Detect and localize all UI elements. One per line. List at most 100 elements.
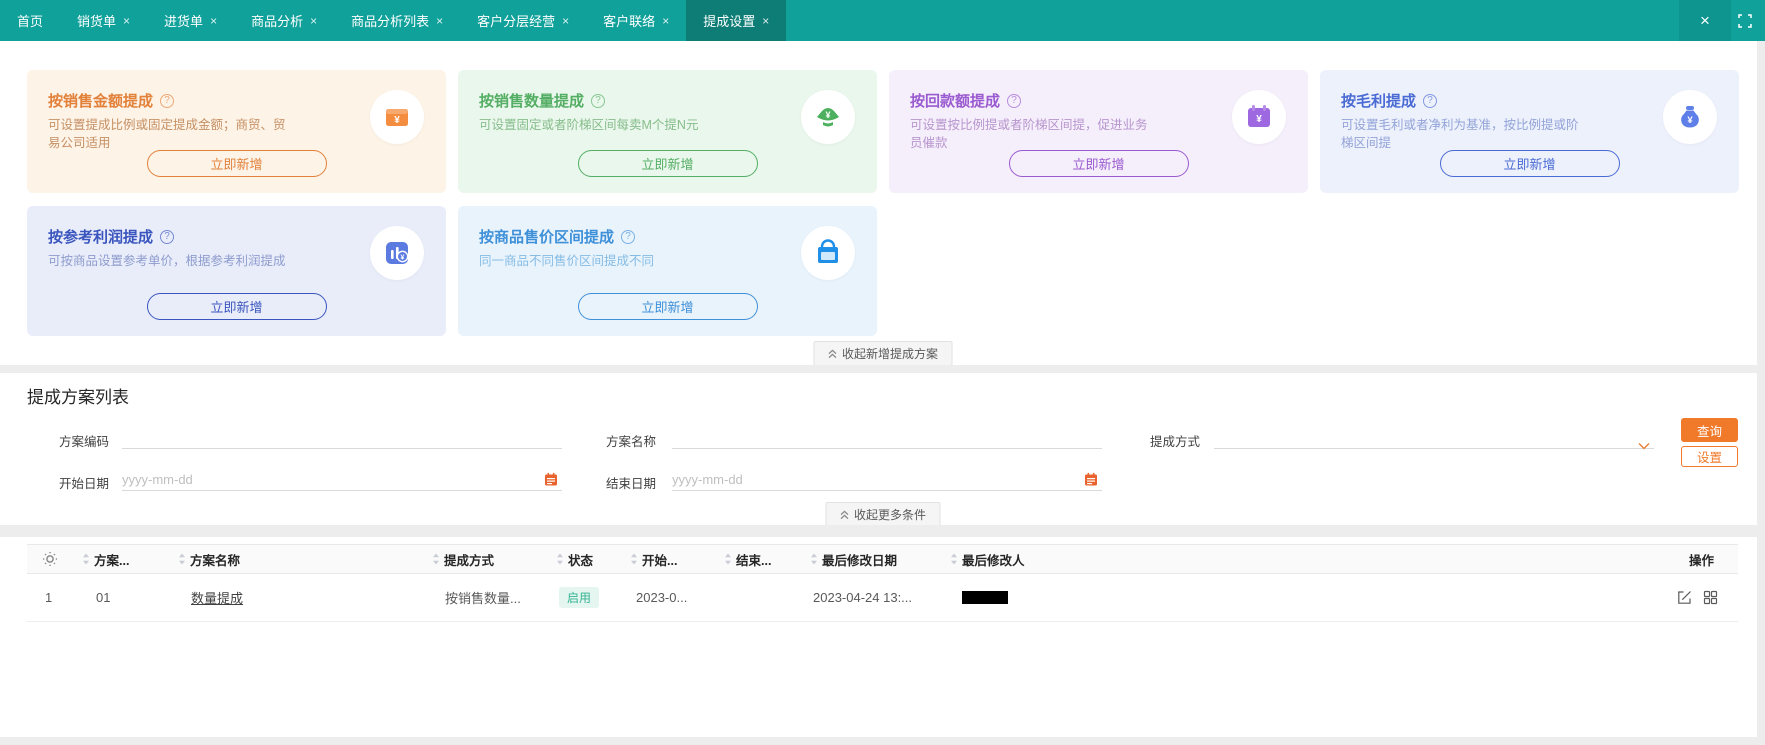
fullscreen-icon[interactable] (1731, 0, 1759, 41)
add-now-button[interactable]: 立即新增 (1008, 150, 1189, 177)
window-close-icon[interactable]: × (1679, 0, 1731, 41)
row-status: 启用 (559, 574, 600, 621)
redacted-text (962, 591, 1008, 604)
svg-text:¥: ¥ (394, 115, 400, 126)
tab-sales-order[interactable]: 销货单 × (60, 0, 147, 41)
tab-label: 客户联络 (603, 14, 656, 29)
add-now-button[interactable]: 立即新增 (577, 293, 758, 320)
card-title-row: 按销售数量提成 ? (479, 90, 606, 111)
sort-icon[interactable] (432, 553, 440, 565)
column-header-start[interactable]: 开始... (630, 545, 677, 573)
calendar-money-icon: ¥ (1232, 90, 1286, 144)
calendar-icon[interactable] (1084, 472, 1098, 491)
svg-text:¥: ¥ (1687, 115, 1693, 126)
help-icon[interactable]: ? (591, 93, 606, 108)
sort-icon[interactable] (82, 553, 90, 565)
grid-icon[interactable] (1703, 590, 1718, 605)
tab-purchase-order[interactable]: 进货单 × (147, 0, 234, 41)
card-title-row: 按参考利润提成 ? (48, 226, 175, 247)
card-description: 可按商品设置参考单价，根据参考利润提成 (48, 254, 286, 268)
card-title-row: 按毛利提成 ? (1341, 90, 1438, 111)
card-title: 按销售金额提成 (48, 93, 154, 110)
start-date-label: 开始日期 (59, 477, 110, 491)
help-icon[interactable]: ? (621, 229, 636, 244)
tab-close-icon[interactable]: × (123, 15, 130, 27)
scrollbar-track[interactable] (1757, 41, 1765, 745)
column-header-modified-date[interactable]: 最后修改日期 (810, 545, 897, 573)
chevron-down-icon[interactable] (1638, 437, 1650, 455)
tab-label: 客户分层经营 (477, 14, 556, 29)
tab-close-icon[interactable]: × (436, 15, 443, 27)
shopping-bag-icon (801, 226, 855, 280)
card-title-row: 按回款额提成 ? (910, 90, 1022, 111)
card-reference-profit-commission: 按参考利润提成 ? 可按商品设置参考单价，根据参考利润提成 ¥ 立即新增 (27, 206, 446, 336)
tab-customer-contact[interactable]: 客户联络 × (586, 0, 686, 41)
column-header-name[interactable]: 方案名称 (178, 545, 240, 573)
column-header-end[interactable]: 结束... (724, 545, 771, 573)
card-title: 按回款额提成 (910, 93, 1001, 110)
card-price-range-commission: 按商品售价区间提成 ? 同一商品不同售价区间提成不同 立即新增 (458, 206, 877, 336)
status-badge: 启用 (559, 587, 600, 608)
gold-ingot-icon: ¥ (801, 90, 855, 144)
plan-name-input[interactable] (672, 427, 1102, 449)
tab-label: 商品分析 (251, 14, 304, 29)
end-date-label: 结束日期 (606, 477, 657, 491)
sort-icon[interactable] (724, 553, 732, 565)
add-now-button[interactable]: 立即新增 (1439, 150, 1620, 177)
card-description: 可设置按比例提或者阶梯区间提，促进业务员催款 (910, 118, 1148, 151)
calendar-icon[interactable] (544, 472, 558, 491)
card-description: 同一商品不同售价区间提成不同 (479, 254, 655, 268)
card-description: 可设置固定或者阶梯区间每卖M个提N元 (479, 118, 699, 132)
sort-icon[interactable] (556, 553, 564, 565)
row-modified-by (962, 574, 1008, 621)
sort-icon[interactable] (950, 553, 958, 565)
row-modified-date: 2023-04-24 13:... (813, 590, 913, 605)
tab-close-icon[interactable]: × (762, 15, 769, 27)
plan-name-link[interactable]: 数量提成 (191, 588, 243, 607)
svg-text:¥: ¥ (401, 255, 405, 262)
settings-button[interactable]: 设置 (1681, 446, 1738, 467)
help-icon[interactable]: ? (1007, 93, 1022, 108)
tab-label: 商品分析列表 (351, 14, 430, 29)
tab-product-analysis-list[interactable]: 商品分析列表 × (334, 0, 460, 41)
end-date-input[interactable] (672, 469, 1102, 491)
plan-name-label: 方案名称 (606, 435, 657, 449)
collapse-new-plan-pill[interactable]: 收起新增提成方案 (812, 341, 953, 366)
column-header-modified-by[interactable]: 最后修改人 (950, 545, 1025, 573)
add-now-button[interactable]: 立即新增 (577, 150, 758, 177)
tab-close-icon[interactable]: × (562, 15, 569, 27)
sort-icon[interactable] (178, 553, 186, 565)
commission-method-select[interactable] (1214, 427, 1654, 449)
help-icon[interactable]: ? (160, 229, 175, 244)
help-icon[interactable]: ? (160, 93, 175, 108)
card-title: 按商品售价区间提成 (479, 229, 615, 246)
money-bag-icon: ¥ (1663, 90, 1717, 144)
tab-close-icon[interactable]: × (662, 15, 669, 27)
card-title-row: 按销售金额提成 ? (48, 90, 175, 111)
tab-product-analysis[interactable]: 商品分析 × (234, 0, 334, 41)
add-now-button[interactable]: 立即新增 (146, 150, 327, 177)
tab-label: 首页 (17, 14, 44, 29)
plan-code-input[interactable] (122, 427, 562, 449)
add-now-button[interactable]: 立即新增 (146, 293, 327, 320)
column-header-code[interactable]: 方案... (82, 545, 129, 573)
help-icon[interactable]: ? (1423, 93, 1438, 108)
tab-close-icon[interactable]: × (210, 15, 217, 27)
column-settings-gear-icon[interactable] (43, 545, 57, 573)
collapse-filters-pill[interactable]: 收起更多条件 (824, 502, 941, 527)
sort-icon[interactable] (630, 553, 638, 565)
tab-customer-segmentation[interactable]: 客户分层经营 × (460, 0, 586, 41)
tab-commission-settings[interactable]: 提成设置 × (686, 0, 787, 41)
column-header-method[interactable]: 提成方式 (432, 545, 494, 573)
edit-icon[interactable] (1677, 590, 1692, 605)
table-header: 方案... 方案名称 提成方式 状态 开始... 结束... 最后修改日期 最后… (27, 544, 1738, 574)
svg-text:¥: ¥ (825, 110, 830, 120)
tab-home[interactable]: 首页 (0, 0, 60, 41)
tab-close-icon[interactable]: × (310, 15, 317, 27)
commission-cards-grid: 按销售金额提成 ? 可设置提成比例或固定提成金额；商贸、贸易公司适用 ¥ 立即新… (27, 70, 1739, 336)
column-header-status[interactable]: 状态 (556, 545, 593, 573)
sort-icon[interactable] (810, 553, 818, 565)
start-date-input[interactable] (122, 469, 562, 491)
search-button[interactable]: 查询 (1681, 418, 1738, 442)
section-divider (0, 525, 1765, 537)
